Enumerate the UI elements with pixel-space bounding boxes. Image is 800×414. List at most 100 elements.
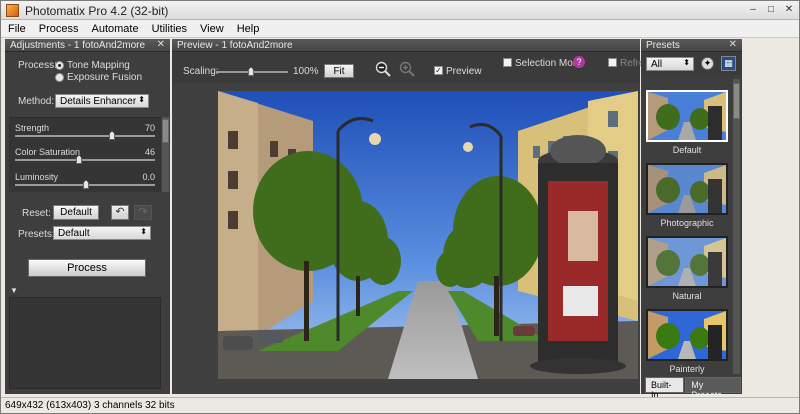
luminosity-value: 0.0 [142,172,155,182]
presets-label: Presets: [18,229,55,240]
radio-label: Exposure Fusion [67,72,143,83]
close-adjustments-icon[interactable]: ✕ [157,39,165,50]
saturation-value: 46 [144,147,155,157]
menu-bar: File Process Automate Utilities View Hel… [1,20,799,38]
menu-help[interactable]: Help [230,20,266,37]
menu-process[interactable]: Process [32,20,85,37]
presets-value: Default [58,228,90,239]
preview-checkbox-label: Preview [446,66,482,77]
preset-label: Painterly [669,364,705,374]
preset-default[interactable]: Default [646,90,728,155]
radio-unselected-icon [55,73,64,82]
preview-title: Preview - 1 fotoAnd2more [177,40,293,51]
menu-automate[interactable]: Automate [84,20,144,37]
selection-mode-checkbox[interactable] [503,58,512,67]
minimize-button[interactable]: – [747,4,759,16]
adjustments-scrollbar[interactable] [162,117,169,192]
grid-view-icon[interactable]: ▦ [721,56,736,71]
adjustments-header: Adjustments - 1 fotoAnd2more ✕ [5,39,170,52]
title-bar: Photomatix Pro 4.2 (32-bit) – □ ✕ [1,1,799,20]
presets-tabs: Built-In My Presets [645,377,742,400]
preset-thumbnail [646,309,728,361]
maximize-button[interactable]: □ [765,4,777,16]
close-presets-icon[interactable]: ✕ [729,39,737,50]
strength-thumb[interactable] [109,131,115,140]
presets-filter-value: All [651,59,663,70]
menu-file[interactable]: File [1,20,32,37]
presets-filter-dropdown[interactable]: All ⬍ [646,57,694,71]
radio-tone-mapping[interactable]: Tone Mapping [55,60,130,71]
presets-options-icon[interactable]: ✦ [701,57,714,70]
preview-toolbar: Scaling: 100% Fit ✓ Preview Selection Mo… [172,53,644,83]
luminosity-thumb[interactable] [83,180,89,189]
dropdown-arrows-icon: ⬍ [683,58,690,67]
window-title: Photomatix Pro 4.2 (32-bit) [25,4,169,18]
preset-painterly[interactable]: Painterly [646,309,728,374]
saturation-label: Color Saturation [15,147,81,157]
scaling-thumb[interactable] [248,67,254,76]
menu-utilities[interactable]: Utilities [145,20,193,37]
status-bar: 649x432 (613x403) 3 channels 32 bits [1,397,799,413]
radio-exposure-fusion[interactable]: Exposure Fusion [55,72,142,83]
hdr-street-photo [218,91,638,379]
preset-label: Default [672,145,702,155]
scaling-value: 100% [293,66,319,77]
preset-label: Natural [672,291,702,301]
expand-arrow-icon[interactable]: ▼ [10,286,18,295]
method-label: Method: [18,96,55,107]
preset-natural[interactable]: Natural [646,236,728,301]
saturation-track[interactable] [15,159,155,161]
refresh-checkbox[interactable] [608,58,617,67]
slider-group: Strength 70 Color Saturation 46 Luminosi… [9,117,161,192]
app-icon [6,4,19,17]
adjustments-title: Adjustments - 1 fotoAnd2more [10,40,146,51]
method-value: Details Enhancer [60,96,137,107]
presets-toolbar: All ⬍ ✦ ▦ [641,53,742,75]
strength-label: Strength [15,123,50,133]
preview-checkbox[interactable]: ✓ [434,66,443,75]
presets-scrollbar[interactable] [733,79,740,374]
reset-label: Reset: [22,208,51,219]
zoom-out-icon[interactable] [375,61,391,77]
dropdown-arrows-icon: ⬍ [140,227,147,236]
presets-header: Presets ✕ [641,39,742,52]
histogram-area [9,297,161,389]
zoom-in-icon[interactable] [399,61,415,77]
process-button[interactable]: Process [28,259,146,277]
presets-panel: Presets ✕ All ⬍ ✦ ▦ Default Photographic [641,39,742,400]
strength-value: 70 [144,123,155,133]
preset-thumbnail [646,90,728,142]
scrollbar-thumb[interactable] [733,83,740,119]
scrollbar-thumb[interactable] [162,119,169,143]
app-window: Photomatix Pro 4.2 (32-bit) – □ ✕ File P… [0,0,800,414]
close-button[interactable]: ✕ [783,4,795,16]
strength-track[interactable] [15,135,155,137]
status-text: 649x432 (613x403) 3 channels 32 bits [5,400,175,411]
preview-header: Preview - 1 fotoAnd2more [172,39,640,52]
undo-icon[interactable]: ↶ [111,205,129,220]
radio-selected-icon [55,61,64,70]
preset-label: Photographic [660,218,714,228]
menu-view[interactable]: View [193,20,230,37]
default-button[interactable]: Default [53,205,99,220]
tab-my-presets[interactable]: My Presets [685,377,741,400]
tab-built-in[interactable]: Built-In [645,377,685,400]
radio-label: Tone Mapping [67,60,130,71]
preset-thumbnail [646,236,728,288]
dropdown-arrows-icon: ⬍ [138,95,145,104]
scaling-label: Scaling: [183,66,219,77]
process-label: Process: [18,60,57,71]
preset-photographic[interactable]: Photographic [646,163,728,228]
preset-thumbnail [646,163,728,215]
preview-image[interactable] [218,91,638,379]
adjustments-panel: Adjustments - 1 fotoAnd2more ✕ Process: … [5,39,170,394]
preview-panel: Preview - 1 fotoAnd2more Scaling: 100% F… [172,39,644,394]
fit-button[interactable]: Fit [324,64,354,78]
presets-dropdown[interactable]: Default ⬍ [53,226,151,240]
redo-icon[interactable]: ↷ [134,205,152,220]
presets-title: Presets [646,40,680,51]
help-icon[interactable]: ? [573,56,585,68]
luminosity-label: Luminosity [15,172,59,182]
method-dropdown[interactable]: Details Enhancer ⬍ [55,94,149,108]
window-background [743,39,799,394]
